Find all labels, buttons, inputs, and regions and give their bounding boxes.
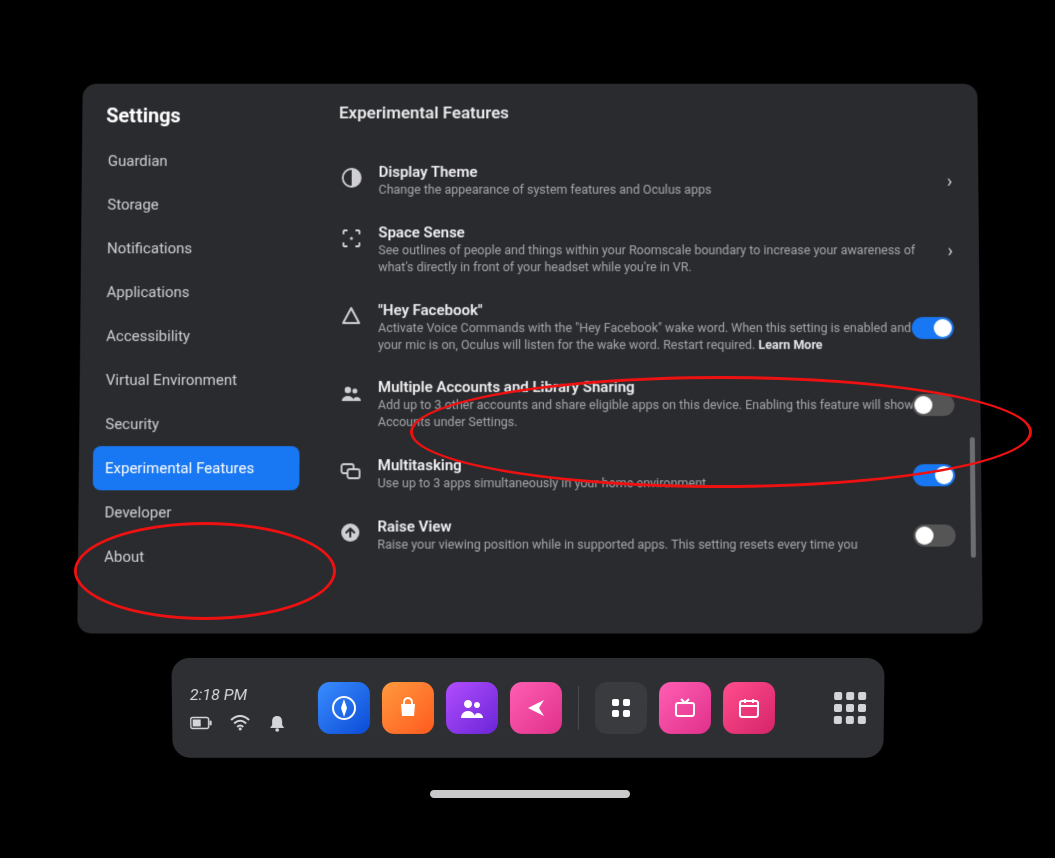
sidebar-item-security[interactable]: Security bbox=[93, 402, 300, 446]
clock: 2:18 PM bbox=[190, 685, 310, 704]
battery-icon[interactable] bbox=[190, 715, 212, 729]
dock-app-tv[interactable] bbox=[659, 682, 711, 734]
chevron-right-icon: › bbox=[948, 240, 954, 261]
raise-icon bbox=[337, 519, 363, 545]
toggle-switch[interactable] bbox=[913, 464, 955, 486]
all-apps-button[interactable] bbox=[834, 692, 866, 724]
sidebar-title: Settings bbox=[96, 102, 301, 140]
setting-row-hey-facebook: "Hey Facebook" Activate Voice Commands wi… bbox=[338, 289, 964, 367]
sidebar-item-experimental-features[interactable]: Experimental Features bbox=[93, 446, 300, 490]
setting-row-display-theme[interactable]: Display Theme Change the appearance of sy… bbox=[339, 151, 963, 211]
space-icon bbox=[338, 225, 364, 251]
setting-title: Multiple Accounts and Library Sharing bbox=[378, 378, 918, 396]
window-grab-handle[interactable] bbox=[430, 790, 630, 798]
content-pane: Experimental Features Display Theme Chang… bbox=[309, 84, 983, 634]
setting-title: Multitasking bbox=[378, 456, 919, 474]
toggle-switch[interactable] bbox=[912, 317, 954, 339]
setting-row-multiple-accounts-and-library-sharing: Multiple Accounts and Library Sharing Add… bbox=[338, 366, 965, 444]
setting-desc: See outlines of people and things within… bbox=[378, 243, 917, 277]
setting-title: Raise View bbox=[377, 517, 919, 535]
dock-app-people[interactable] bbox=[446, 682, 498, 734]
sidebar-item-applications[interactable]: Applications bbox=[94, 270, 300, 314]
setting-row-raise-view: Raise View Raise your viewing position wh… bbox=[337, 505, 966, 566]
toggle-switch[interactable] bbox=[912, 394, 954, 416]
wifi-icon[interactable] bbox=[230, 714, 250, 730]
sidebar-item-developer[interactable]: Developer bbox=[92, 490, 299, 534]
scrollbar[interactable] bbox=[970, 437, 976, 558]
sidebar-item-accessibility[interactable]: Accessibility bbox=[94, 314, 300, 358]
theme-icon bbox=[339, 165, 365, 191]
dock-app-explore[interactable] bbox=[318, 682, 370, 734]
settings-sidebar: Settings GuardianStorageNotificationsApp… bbox=[77, 84, 311, 634]
dock-separator bbox=[578, 686, 579, 730]
setting-title: "Hey Facebook" bbox=[378, 301, 918, 319]
settings-panel: Settings GuardianStorageNotificationsApp… bbox=[77, 84, 982, 634]
setting-title: Space Sense bbox=[378, 223, 917, 241]
setting-row-space-sense[interactable]: Space Sense See outlines of people and th… bbox=[338, 211, 963, 288]
sidebar-item-virtual-environment[interactable]: Virtual Environment bbox=[94, 358, 300, 402]
dock-status-area: 2:18 PM bbox=[190, 685, 310, 732]
dock-app-store[interactable] bbox=[382, 682, 434, 734]
notifications-icon[interactable] bbox=[268, 713, 286, 731]
setting-desc: Activate Voice Commands with the "Hey Fa… bbox=[378, 321, 918, 355]
voice-icon bbox=[338, 303, 364, 329]
setting-row-multitasking: Multitasking Use up to 3 apps simultaneou… bbox=[337, 444, 965, 505]
dock-app-events[interactable] bbox=[723, 682, 775, 734]
toggle-switch[interactable] bbox=[913, 525, 955, 547]
sidebar-item-notifications[interactable]: Notifications bbox=[95, 226, 301, 270]
dock-app-library[interactable] bbox=[595, 682, 647, 734]
learn-more-link[interactable]: Learn More bbox=[758, 338, 822, 353]
sidebar-item-about[interactable]: About bbox=[92, 535, 299, 579]
setting-title: Display Theme bbox=[379, 163, 917, 181]
multi-icon bbox=[337, 458, 363, 484]
chevron-right-icon: › bbox=[947, 171, 953, 192]
accounts-icon bbox=[338, 380, 364, 406]
setting-desc: Add up to 3 other accounts and share eli… bbox=[378, 398, 919, 432]
setting-desc: Use up to 3 apps simultaneously in your … bbox=[378, 476, 920, 493]
setting-desc: Raise your viewing position while in sup… bbox=[377, 538, 919, 555]
sidebar-item-guardian[interactable]: Guardian bbox=[96, 139, 301, 183]
dock-app-share[interactable] bbox=[510, 682, 562, 734]
setting-desc: Change the appearance of system features… bbox=[379, 183, 917, 200]
dock-bar: 2:18 PM bbox=[171, 658, 884, 758]
sidebar-item-storage[interactable]: Storage bbox=[95, 183, 301, 227]
content-title: Experimental Features bbox=[339, 104, 962, 124]
